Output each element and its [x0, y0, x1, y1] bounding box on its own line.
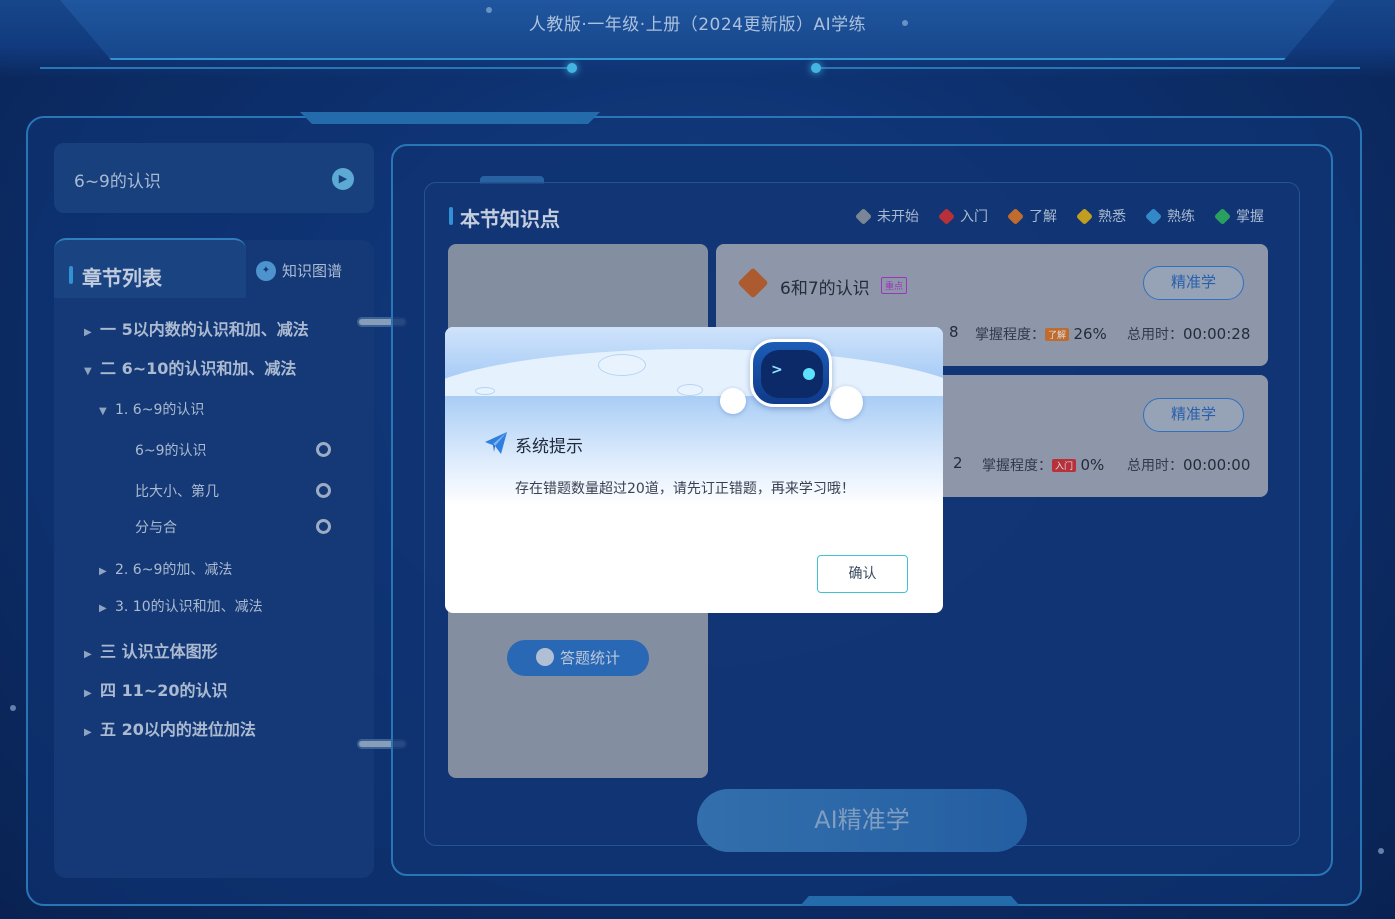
system-dialog: > 系统提示 存在错题数量超过20道，请先订正错题，再来学习哦！ 确认	[445, 327, 943, 613]
dialog-title: 系统提示	[515, 437, 583, 457]
bubble-decoration	[598, 354, 646, 376]
robot-hand-right	[830, 386, 863, 419]
dialog-message: 存在错题数量超过20道，请先订正错题，再来学习哦！	[515, 481, 855, 497]
robot-mascot-icon: >	[750, 339, 832, 407]
bubble-decoration	[677, 384, 703, 396]
bubble-decoration	[475, 387, 495, 395]
paper-plane-icon	[485, 432, 507, 454]
confirm-button[interactable]: 确认	[817, 555, 908, 593]
robot-hand-left	[720, 388, 746, 414]
